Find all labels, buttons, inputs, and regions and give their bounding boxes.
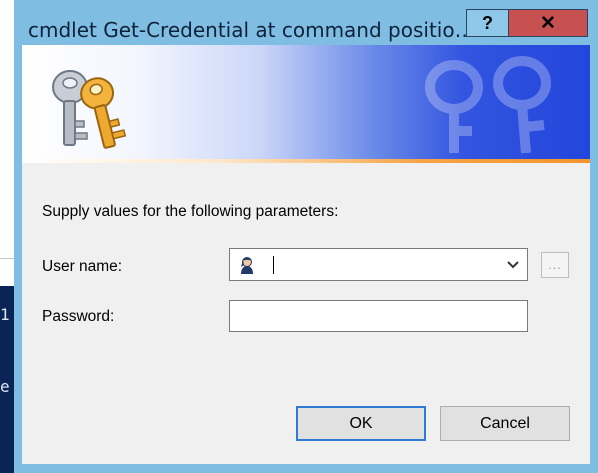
username-input[interactable] — [268, 253, 488, 277]
username-label: User name: — [42, 258, 123, 275]
password-label: Password: — [42, 308, 115, 325]
username-combobox[interactable] — [229, 248, 528, 281]
banner-accent-stripe — [22, 159, 590, 163]
user-icon — [237, 255, 257, 275]
keys-watermark-icon — [425, 56, 551, 154]
prompt-text: Supply values for the following paramete… — [42, 203, 339, 220]
help-button[interactable]: ? — [466, 9, 509, 37]
cancel-button[interactable]: Cancel — [440, 406, 570, 441]
background-window-edge — [0, 258, 14, 259]
password-input[interactable] — [229, 300, 528, 332]
background-console-text: e — [0, 377, 10, 396]
chevron-down-icon[interactable] — [502, 255, 524, 275]
dialog-body: Supply values for the following paramete… — [22, 45, 590, 464]
ok-button[interactable]: OK — [296, 406, 426, 441]
browse-button[interactable]: ... — [541, 252, 569, 278]
text-cursor — [273, 256, 274, 274]
keys-icon — [52, 70, 127, 149]
banner — [22, 45, 590, 163]
close-button[interactable]: ✕ — [508, 9, 588, 37]
title-bar[interactable]: cmdlet Get-Credential at command positio… — [14, 0, 598, 45]
window-title: cmdlet Get-Credential at command positio… — [28, 18, 478, 42]
background-console-text: 1 — [0, 305, 10, 324]
credential-dialog: cmdlet Get-Credential at command positio… — [14, 0, 598, 473]
